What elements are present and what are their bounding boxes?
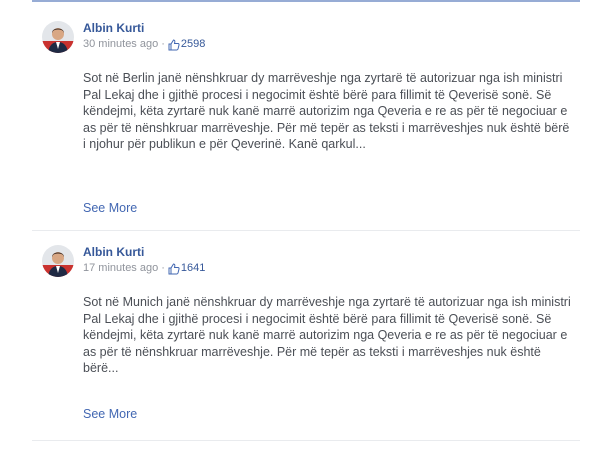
post-2: Albin Kurti 17 minutes ago · 1641 Sot në… [32, 245, 580, 430]
like-count[interactable]: 2598 [181, 38, 205, 51]
feed-top-border [32, 0, 580, 2]
post-time[interactable]: 30 minutes ago [83, 38, 158, 51]
avatar[interactable] [42, 245, 74, 277]
post-divider [32, 440, 580, 441]
post-text: Sot në Munich janë nënshkruar dy marrëve… [83, 295, 571, 375]
author-name[interactable]: Albin Kurti [83, 245, 144, 259]
thumbs-up-icon [168, 38, 180, 50]
news-feed: Albin Kurti 30 minutes ago · 2598 Sot në… [0, 0, 600, 455]
post-text: Sot në Berlin janë nënshkruar dy marrëve… [83, 71, 570, 151]
author-name[interactable]: Albin Kurti [83, 21, 144, 35]
meta-separator: · [161, 262, 165, 274]
like-count[interactable]: 1641 [181, 262, 205, 275]
avatar-photo-icon [42, 21, 74, 53]
post-1: Albin Kurti 30 minutes ago · 2598 Sot në… [32, 21, 580, 221]
see-more-link[interactable]: See More [83, 201, 137, 215]
post-meta: 17 minutes ago · 1641 [83, 262, 205, 275]
avatar[interactable] [42, 21, 74, 53]
post-divider [32, 230, 580, 231]
thumbs-up-icon [168, 262, 180, 274]
post-meta: 30 minutes ago · 2598 [83, 38, 205, 51]
post-time[interactable]: 17 minutes ago [83, 262, 158, 275]
meta-separator: · [161, 38, 165, 50]
see-more-link[interactable]: See More [83, 407, 137, 421]
avatar-photo-icon [42, 245, 74, 277]
